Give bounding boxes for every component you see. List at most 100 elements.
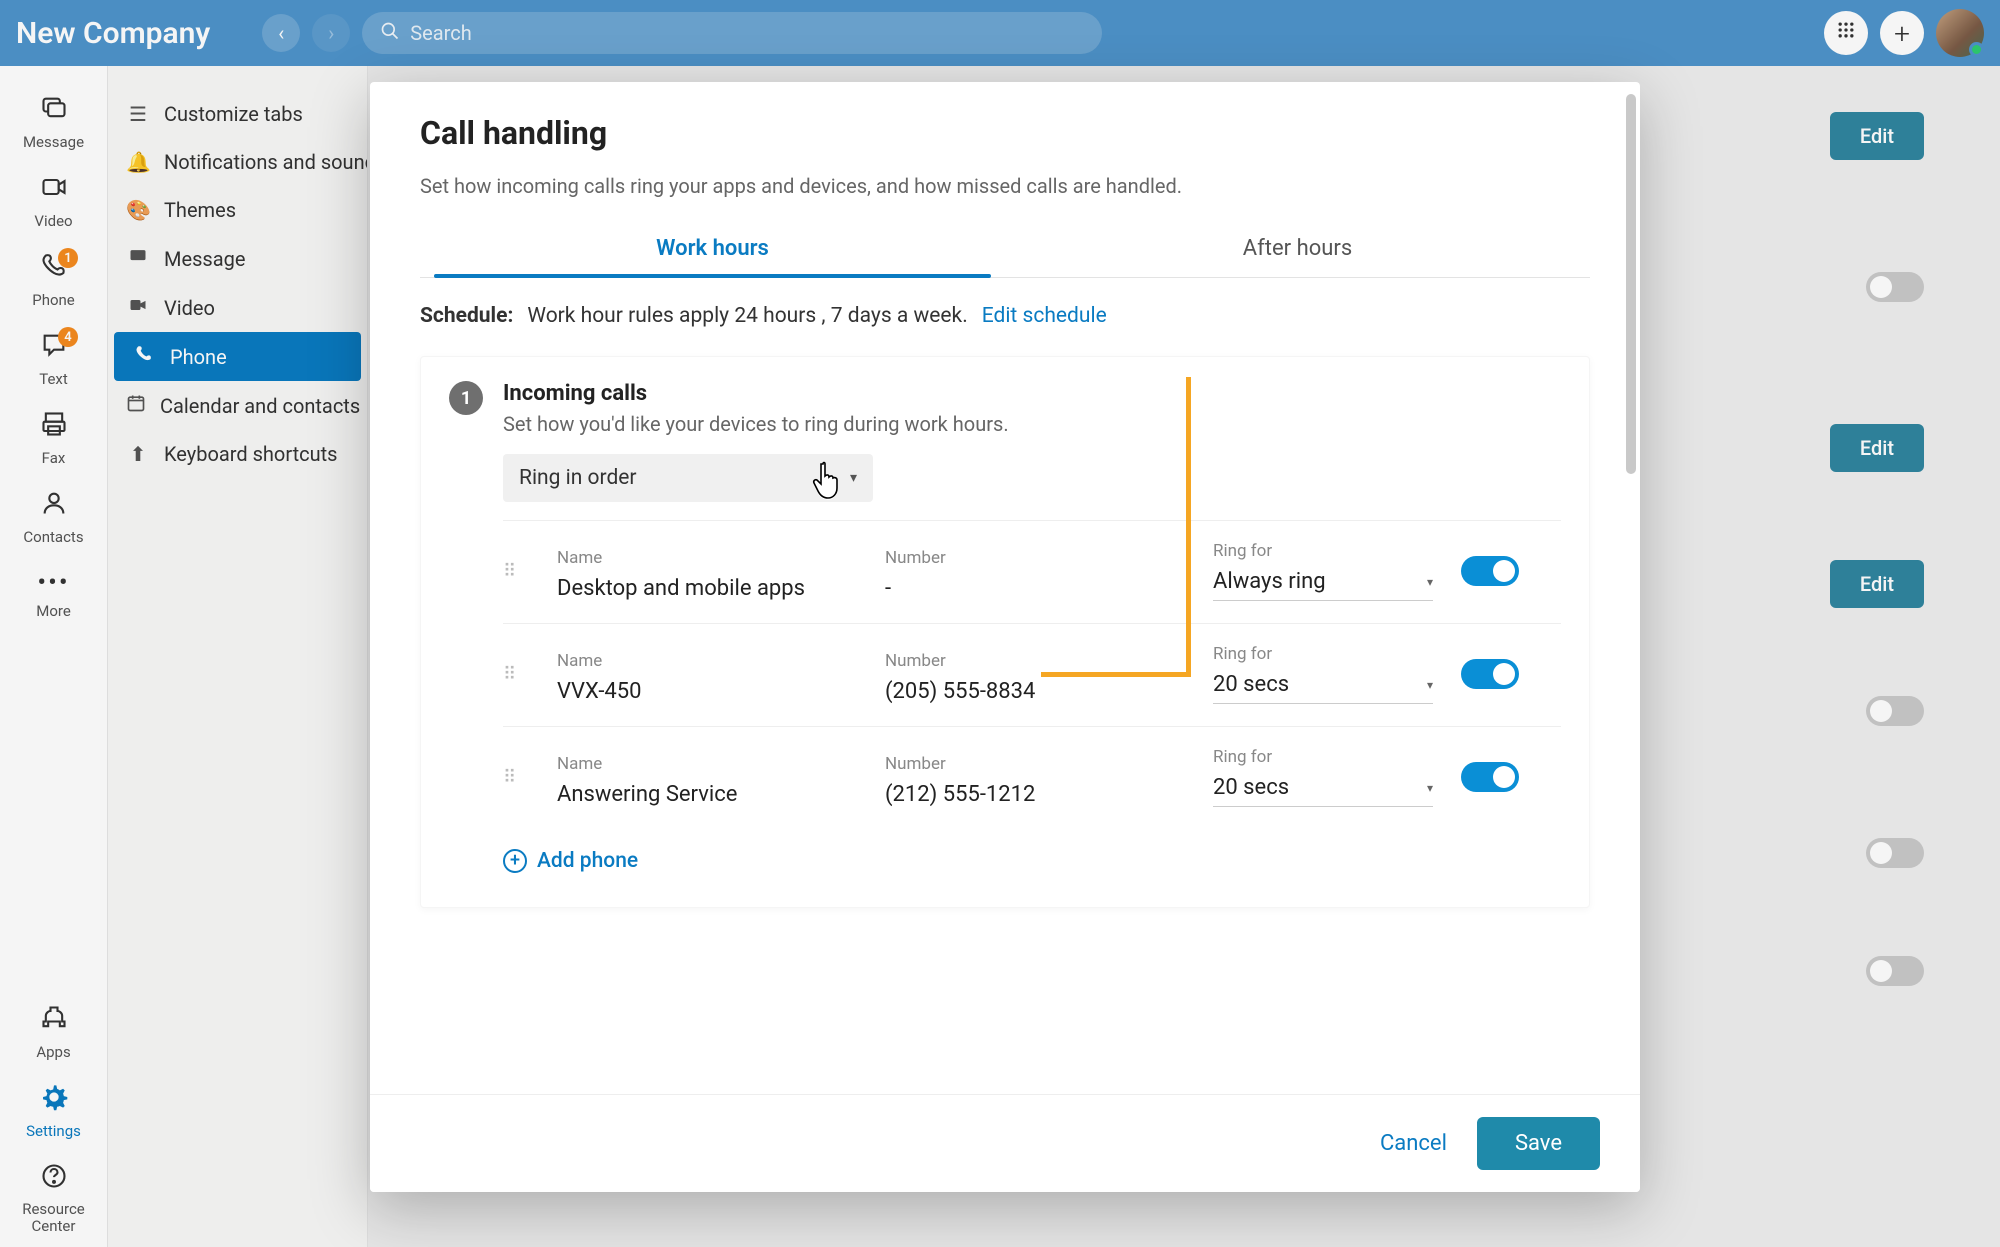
chevron-down-icon: ▾: [850, 470, 857, 486]
sidebar-item-label: Message: [164, 247, 245, 271]
nav-forward-button[interactable]: ›: [312, 14, 350, 52]
ring-mode-select[interactable]: Ring in order ▾: [503, 454, 873, 502]
new-action-button[interactable]: +: [1880, 11, 1924, 55]
section-title: Incoming calls: [503, 381, 1009, 406]
device-name: Answering Service: [557, 782, 857, 807]
section-desc: Set how you'd like your devices to ring …: [503, 412, 1009, 436]
rail-label: Settings: [26, 1122, 81, 1140]
drag-handle-icon[interactable]: ⠿: [503, 767, 529, 788]
sidebar-item-label: Video: [164, 296, 215, 320]
schedule-row: Schedule: Work hour rules apply 24 hours…: [420, 304, 1590, 328]
sidebar-item-label: Phone: [170, 345, 227, 369]
rail-label: Contacts: [23, 528, 83, 546]
edit-schedule-link[interactable]: Edit schedule: [982, 304, 1107, 328]
rail-label: Text: [39, 370, 68, 388]
contacts-icon: [40, 489, 68, 524]
sidebar-item-label: Notifications and sounds: [164, 150, 367, 174]
save-button[interactable]: Save: [1477, 1117, 1600, 1170]
ring-mode-value: Ring in order: [519, 466, 637, 490]
rail-item-fax[interactable]: Fax: [0, 400, 107, 479]
edit-button[interactable]: Edit: [1830, 560, 1924, 608]
modal-subtitle: Set how incoming calls ring your apps an…: [420, 174, 1590, 198]
sidebar-item-label: Themes: [164, 198, 236, 222]
cancel-button[interactable]: Cancel: [1380, 1131, 1447, 1156]
rail-item-resource-center[interactable]: Resource Center: [0, 1152, 107, 1247]
drag-handle-icon[interactable]: ⠿: [503, 664, 529, 685]
ring-for-value: 20 secs: [1213, 672, 1289, 697]
plus-icon: +: [1894, 17, 1910, 50]
toggle-switch[interactable]: [1866, 272, 1924, 302]
scrollbar[interactable]: [1626, 94, 1636, 474]
ring-for-select[interactable]: 20 secs ▾: [1213, 775, 1433, 807]
edit-button[interactable]: Edit: [1830, 424, 1924, 472]
drag-handle-icon[interactable]: ⠿: [503, 561, 529, 582]
chevron-left-icon: ‹: [278, 21, 284, 45]
rail-item-apps[interactable]: Apps: [0, 994, 107, 1073]
top-header: New Company ‹ › +: [0, 0, 2000, 66]
add-phone-button[interactable]: + Add phone: [503, 849, 1561, 873]
tab-after-hours[interactable]: After hours: [1005, 222, 1590, 277]
customize-icon: ☰: [126, 102, 150, 126]
device-number: (205) 555-8834: [885, 679, 1185, 704]
more-icon: •••: [37, 568, 69, 598]
bell-icon: 🔔: [126, 150, 150, 174]
column-header-ringfor: Ring for: [1213, 747, 1433, 767]
device-toggle[interactable]: [1461, 556, 1519, 586]
rail-item-text[interactable]: Text 4: [0, 321, 107, 400]
sidebar-item-customize-tabs[interactable]: ☰ Customize tabs: [108, 90, 367, 138]
modal-title: Call handling: [420, 114, 1590, 152]
rail-item-phone[interactable]: Phone 1: [0, 242, 107, 321]
ring-for-select[interactable]: 20 secs ▾: [1213, 672, 1433, 704]
edit-button[interactable]: Edit: [1830, 112, 1924, 160]
tab-work-hours[interactable]: Work hours: [420, 222, 1005, 277]
rail-label: Message: [23, 133, 84, 151]
rail-item-message[interactable]: Message: [0, 84, 107, 163]
sidebar-item-video[interactable]: Video: [108, 283, 367, 332]
sidebar-item-themes[interactable]: 🎨 Themes: [108, 186, 367, 234]
column-header-number: Number: [885, 548, 1185, 568]
rail-label: Fax: [42, 449, 66, 467]
chevron-right-icon: ›: [328, 21, 334, 45]
rail-item-more[interactable]: ••• More: [0, 558, 107, 632]
device-name: Desktop and mobile apps: [557, 576, 857, 601]
rail-item-settings[interactable]: Settings: [0, 1073, 107, 1152]
column-header-number: Number: [885, 754, 1185, 774]
sidebar-item-keyboard[interactable]: ⬆ Keyboard shortcuts: [108, 430, 367, 478]
column-header-name: Name: [557, 548, 857, 568]
sidebar-item-phone[interactable]: Phone: [114, 332, 361, 381]
rail-badge: 1: [58, 248, 78, 268]
dialpad-button[interactable]: [1824, 11, 1868, 55]
toggle-switch[interactable]: [1866, 838, 1924, 868]
nav-back-button[interactable]: ‹: [262, 14, 300, 52]
gear-icon: [40, 1083, 68, 1118]
ring-for-value: 20 secs: [1213, 775, 1289, 800]
chevron-down-icon: ▾: [1427, 781, 1433, 795]
device-list: ⠿ Name Desktop and mobile apps Number - …: [503, 520, 1561, 829]
message-icon: [126, 246, 150, 271]
toggle-switch[interactable]: [1866, 956, 1924, 986]
device-row: ⠿ Name Answering Service Number (212) 55…: [503, 726, 1561, 829]
ring-for-value: Always ring: [1213, 569, 1326, 594]
device-toggle[interactable]: [1461, 762, 1519, 792]
sidebar-item-notifications[interactable]: 🔔 Notifications and sounds: [108, 138, 367, 186]
column-header-number: Number: [885, 651, 1185, 671]
toggle-switch[interactable]: [1866, 696, 1924, 726]
apps-icon: [40, 1004, 68, 1039]
ring-for-select[interactable]: Always ring ▾: [1213, 569, 1433, 601]
device-name: VVX-450: [557, 679, 857, 704]
incoming-calls-section: 1 Incoming calls Set how you'd like your…: [420, 356, 1590, 908]
search-box[interactable]: [362, 12, 1102, 54]
device-toggle[interactable]: [1461, 659, 1519, 689]
settings-sidebar: ☰ Customize tabs 🔔 Notifications and sou…: [108, 66, 368, 1247]
modal-tabs: Work hours After hours: [420, 222, 1590, 278]
sidebar-item-label: Calendar and contacts: [160, 394, 360, 418]
sidebar-item-calendar[interactable]: Calendar and contacts: [108, 381, 367, 430]
search-input[interactable]: [410, 21, 1084, 45]
company-name: New Company: [16, 16, 250, 51]
rail-label: Apps: [36, 1043, 70, 1061]
column-header-ringfor: Ring for: [1213, 644, 1433, 664]
sidebar-item-message[interactable]: Message: [108, 234, 367, 283]
rail-item-video[interactable]: Video: [0, 163, 107, 242]
rail-item-contacts[interactable]: Contacts: [0, 479, 107, 558]
user-avatar[interactable]: [1936, 9, 1984, 57]
